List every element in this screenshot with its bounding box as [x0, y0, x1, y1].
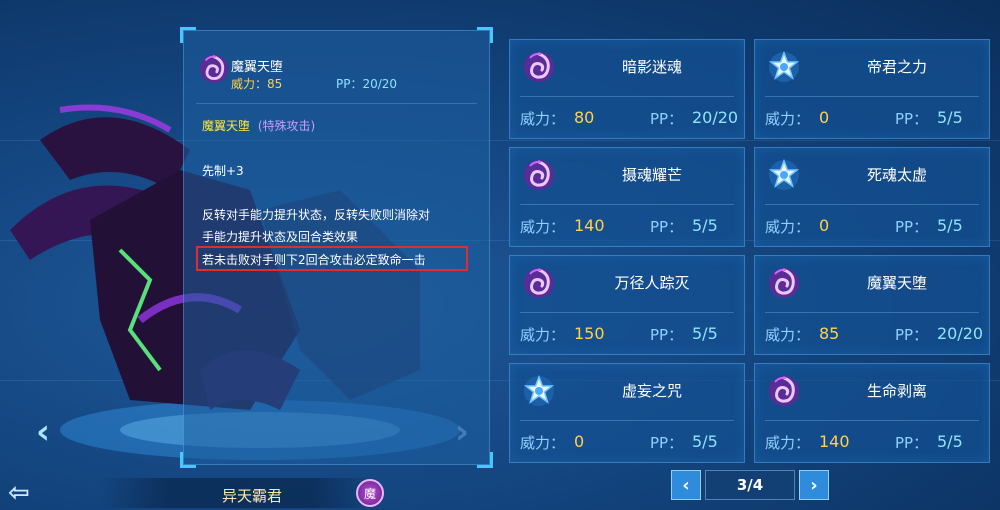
skill-name: 死魂太虚: [866, 166, 927, 184]
skill-name: 万径人踪灭: [614, 274, 690, 292]
skill-name: 虚妄之咒: [621, 382, 682, 400]
pp-label: PP：: [895, 326, 929, 344]
pp-label: PP：: [650, 218, 684, 236]
detail-power: 威力：85: [231, 77, 283, 91]
skill-card[interactable]: 摄魂耀芒威力： 140 PP： 5/5: [509, 147, 745, 247]
shadow-swirl-icon: [524, 160, 554, 190]
detail-skill-title: 魔翼天堕: [231, 60, 284, 75]
skill-name: 暗影迷魂: [621, 58, 682, 76]
pp-label: PP：: [650, 434, 684, 452]
power-value: 150: [574, 324, 605, 343]
pp-value: 20/20: [937, 324, 984, 343]
star-icon: [523, 374, 555, 406]
shadow-swirl-icon: [199, 54, 229, 84]
pp-value: 20/20: [692, 108, 739, 127]
power-label: 威力：: [765, 218, 811, 236]
detail-priority: 先制+3: [202, 164, 244, 178]
shadow-swirl-icon: [524, 268, 554, 298]
attribute-badge-icon: 魔: [356, 479, 384, 507]
skill-name: 帝君之力: [866, 58, 927, 76]
detail-pp: PP：20/20: [336, 77, 398, 91]
skill-name: 魔翼天堕: [866, 274, 927, 292]
frame-corner: [180, 27, 196, 43]
pp-value: 5/5: [937, 108, 963, 127]
power-value: 85: [819, 324, 840, 343]
next-page-button[interactable]: ›: [799, 470, 829, 500]
skill-name: 摄魂耀芒: [621, 166, 682, 184]
pp-value: 5/5: [692, 432, 718, 451]
power-value: 140: [574, 216, 605, 235]
power-label: 威力：: [520, 110, 566, 128]
divider: [520, 312, 734, 313]
divider: [196, 103, 477, 104]
star-icon: [768, 50, 800, 82]
pp-label: PP：: [895, 434, 929, 452]
skill-card[interactable]: 暗影迷魂威力： 80 PP： 20/20: [509, 39, 745, 139]
detail-skill-name: 魔翼天堕: [202, 119, 251, 133]
shadow-swirl-icon: [524, 52, 554, 82]
shadow-swirl-icon: [769, 376, 799, 406]
detail-effect-line-2: 手能力提升状态及回合类效果: [202, 230, 359, 244]
next-pet-arrow[interactable]: ›: [455, 412, 469, 452]
pp-value: 5/5: [937, 216, 963, 235]
power-value: 80: [574, 108, 595, 127]
skill-card[interactable]: 虚妄之咒威力： 0 PP： 5/5: [509, 363, 745, 463]
skill-card[interactable]: 魔翼天堕威力： 85 PP： 20/20: [754, 255, 990, 355]
detail-skill-line: 魔翼天堕 (特殊攻击): [202, 117, 315, 134]
detail-effect-line-1: 反转对手能力提升状态，反转失败则消除对: [202, 208, 431, 222]
divider: [520, 420, 734, 421]
power-value: 0: [574, 432, 585, 451]
pp-label: PP：: [895, 218, 929, 236]
divider: [520, 96, 734, 97]
power-label: 威力：: [520, 434, 566, 452]
skill-card[interactable]: 生命剥离威力： 140 PP： 5/5: [754, 363, 990, 463]
frame-corner: [477, 452, 493, 468]
power-value: 0: [819, 108, 830, 127]
power-value: 0: [819, 216, 830, 235]
divider: [765, 204, 979, 205]
divider: [765, 420, 979, 421]
skill-name: 生命剥离: [866, 382, 927, 400]
frame-corner: [180, 452, 196, 468]
skill-card[interactable]: 帝君之力威力： 0 PP： 5/5: [754, 39, 990, 139]
pp-value: 5/5: [937, 432, 963, 451]
power-label: 威力：: [765, 110, 811, 128]
page-indicator: 3/4: [705, 470, 795, 500]
pager: ‹ 3/4 ›: [671, 470, 829, 500]
prev-pet-arrow[interactable]: ‹: [36, 412, 50, 452]
skill-card[interactable]: 万径人踪灭威力： 150 PP： 5/5: [509, 255, 745, 355]
divider: [765, 312, 979, 313]
detail-skill-category: (特殊攻击): [257, 119, 316, 133]
pp-label: PP：: [895, 110, 929, 128]
power-label: 威力：: [520, 218, 566, 236]
back-arrow-icon[interactable]: ⇦: [8, 478, 30, 508]
pp-label: PP：: [650, 326, 684, 344]
power-label: 威力：: [765, 326, 811, 344]
pp-value: 5/5: [692, 216, 718, 235]
divider: [765, 96, 979, 97]
frame-corner: [477, 27, 493, 43]
pp-value: 5/5: [692, 324, 718, 343]
pp-label: PP：: [650, 110, 684, 128]
power-value: 140: [819, 432, 850, 451]
highlight-box: [196, 246, 468, 271]
divider: [520, 204, 734, 205]
power-label: 威力：: [520, 326, 566, 344]
power-label: 威力：: [765, 434, 811, 452]
pet-name: 异天霸君: [222, 487, 283, 505]
shadow-swirl-icon: [769, 268, 799, 298]
skill-card[interactable]: 死魂太虚威力： 0 PP： 5/5: [754, 147, 990, 247]
star-icon: [768, 158, 800, 190]
prev-page-button[interactable]: ‹: [671, 470, 701, 500]
